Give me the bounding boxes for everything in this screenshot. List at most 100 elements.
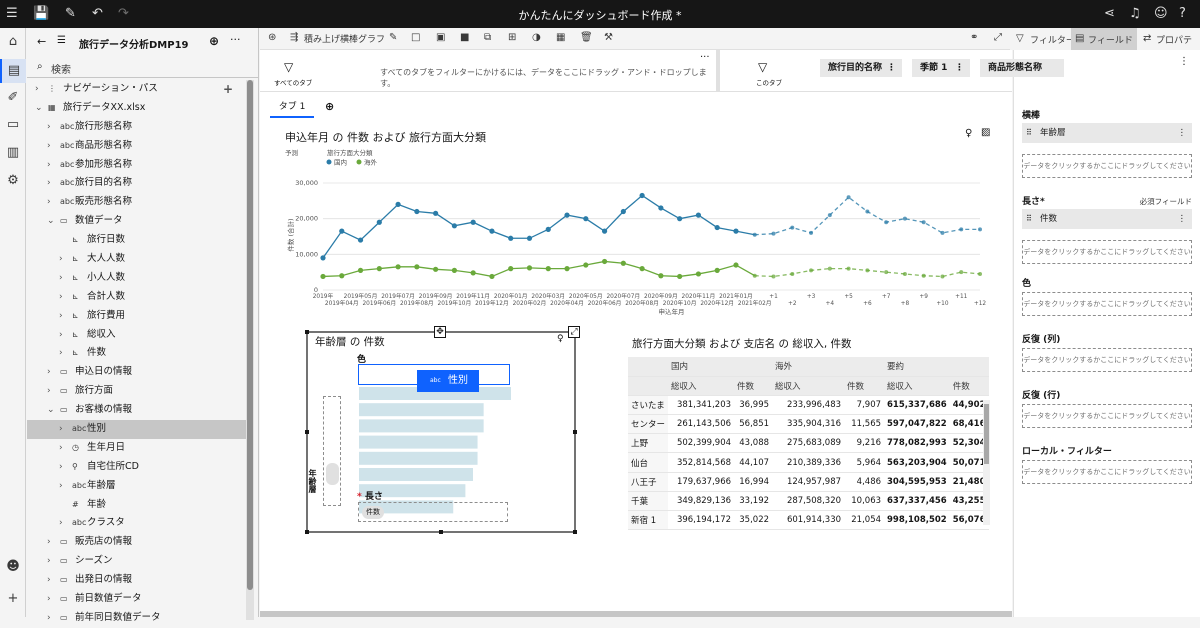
tree-item[interactable]: › ▭ 旅行方面 <box>27 382 247 401</box>
back-arrow-icon[interactable]: ← <box>37 35 46 48</box>
table-cell[interactable]: 778,082,993 <box>884 433 950 454</box>
help-icon[interactable]: ? <box>1179 6 1186 22</box>
table-cell[interactable]: 35,022 <box>734 510 773 531</box>
expand-icon[interactable]: ⤢ <box>994 32 1002 43</box>
chevron-icon[interactable]: › <box>47 193 51 212</box>
group-header[interactable]: 国内 <box>668 357 773 377</box>
maximize-icon[interactable]: ⤢ <box>568 326 580 338</box>
search-input[interactable]: 検索 <box>51 61 71 76</box>
dashboard-title[interactable]: かんたんにダッシュボード作成 * <box>0 7 1200 23</box>
table-cell[interactable]: 998,108,502 <box>884 510 950 531</box>
chevron-icon[interactable]: › <box>47 382 51 401</box>
user-icon[interactable]: ☺ <box>1154 6 1168 22</box>
add-tab-icon[interactable]: ⊕ <box>325 100 334 113</box>
tree-item[interactable]: › abc 性別 <box>27 420 247 439</box>
tree-item[interactable]: › ⊾ 合計人数 <box>27 288 247 307</box>
pill-menu-icon[interactable]: ⋮ <box>1178 123 1187 143</box>
filter-chip-product-type[interactable]: 商品形態名称 <box>980 59 1064 77</box>
tree-item[interactable]: › abc クラスタ <box>27 514 247 533</box>
chevron-icon[interactable]: › <box>47 137 51 156</box>
drag-handle-icon[interactable]: ⠿ <box>1026 209 1032 229</box>
field-tab[interactable]: ▤ フィールド <box>1071 28 1137 50</box>
pin-icon[interactable]: ✐ <box>0 86 26 110</box>
filter-tab[interactable]: フィルター <box>1030 33 1075 46</box>
table-row[interactable]: センター 261,143,506 56,851 335,904,316 11,565 59… <box>628 414 989 435</box>
tree-item[interactable]: ⌄ ▦ 旅行データXX.xlsx <box>27 99 247 118</box>
group-header[interactable]: 要約 <box>884 357 989 377</box>
chevron-icon[interactable]: › <box>59 439 63 458</box>
tree-item[interactable]: › ▭ 前年同日数値データ <box>27 609 247 628</box>
search-field[interactable]: ⌕ 検索 <box>27 58 259 78</box>
row-header[interactable]: 千葉 <box>628 491 669 512</box>
chevron-icon[interactable]: › <box>47 552 51 571</box>
bottom-scrollbar[interactable] <box>260 611 1012 617</box>
slot-drop-zone[interactable]: データをクリックするかここにドラッグしてください <box>1022 348 1192 372</box>
add-icon[interactable]: + <box>0 587 26 611</box>
column-header[interactable]: 件数 <box>949 376 989 396</box>
table-cell[interactable]: 637,337,456 <box>884 491 950 512</box>
chevron-icon[interactable]: › <box>59 288 63 307</box>
tab-1[interactable]: タブ 1 <box>270 98 314 118</box>
chevron-icon[interactable]: › <box>59 458 63 477</box>
add-source-icon[interactable]: ⊕ <box>209 34 219 48</box>
more-options-icon[interactable]: ··· <box>230 33 241 46</box>
tree-item[interactable]: ⌄ ▭ お客様の情報 <box>27 401 247 420</box>
tree-item[interactable]: › ▭ 申込日の情報 <box>27 363 247 382</box>
chip-menu-icon[interactable]: ⋮ <box>955 59 964 77</box>
tree-item[interactable]: › abc 販売形態名称 <box>27 193 247 212</box>
table-row[interactable]: さいたま 381,341,203 36,995 233,996,483 7,907 615… <box>628 395 989 416</box>
send-back-icon[interactable]: ▣ <box>436 32 445 43</box>
table-cell[interactable]: 7,907 <box>844 395 885 416</box>
table-cell[interactable]: 21,054 <box>844 510 885 531</box>
visualizations-icon[interactable]: ▥ <box>0 141 26 165</box>
tree-item[interactable]: › ⊾ 旅行費用 <box>27 307 247 326</box>
length-drop-target[interactable]: 件数 <box>358 502 508 522</box>
table-view-icon[interactable]: ▦ <box>556 32 565 43</box>
chevron-icon[interactable]: › <box>47 363 51 382</box>
chevron-icon[interactable]: ⌄ <box>47 401 55 420</box>
tree-item[interactable]: › abc 商品形態名称 <box>27 137 247 156</box>
axis-chip[interactable] <box>326 463 339 485</box>
slot-drop-zone[interactable]: データをクリックするかここにドラッグしてください <box>1022 460 1192 484</box>
chevron-icon[interactable]: › <box>59 326 63 345</box>
filter-chip-travel-purpose[interactable]: 旅行目的名称 ⋮ <box>820 59 902 77</box>
filter-more-icon[interactable]: ··· <box>700 52 710 63</box>
table-row[interactable]: 仙台 352,814,568 44,107 210,389,336 5,964 563,2… <box>628 452 989 473</box>
table-cell[interactable]: 396,194,172 <box>668 510 735 531</box>
viz-type-label[interactable]: 積み上げ横棒グラフ <box>304 32 385 45</box>
column-header[interactable]: 件数 <box>734 376 773 396</box>
column-header[interactable]: 総収入 <box>884 376 950 396</box>
all-tabs-filter[interactable]: ▽ すべてのタブ すべてのタブをフィルターにかけるには、データをここにドラッグ・… <box>260 50 720 92</box>
table-cell[interactable]: 615,337,686 <box>884 395 950 416</box>
chevron-icon[interactable]: › <box>47 590 51 609</box>
chevron-icon[interactable]: › <box>47 571 51 590</box>
tree-item[interactable]: › ▭ 出発日の情報 <box>27 571 247 590</box>
chevron-icon[interactable]: › <box>59 307 63 326</box>
pin-tool-icon[interactable]: ✎ <box>389 32 397 43</box>
table-cell[interactable]: 261,143,506 <box>668 414 735 435</box>
chevron-icon[interactable]: › <box>35 80 39 99</box>
format-icon[interactable]: ⊞ <box>508 32 516 43</box>
tree-item[interactable]: › ▭ 前日数値データ <box>27 590 247 609</box>
column-header[interactable]: 総収入 <box>668 376 735 396</box>
table-cell[interactable]: 10,063 <box>844 491 885 512</box>
people-icon[interactable]: ☻ <box>0 555 26 579</box>
table-cell[interactable]: 335,904,316 <box>772 414 845 435</box>
chevron-icon[interactable]: ⌄ <box>47 212 55 231</box>
table-cell[interactable]: 9,216 <box>844 433 885 454</box>
widget-type-icon[interactable]: ⊛ <box>268 32 276 43</box>
table-cell[interactable]: 502,399,904 <box>668 433 735 454</box>
chevron-icon[interactable]: › <box>47 156 51 175</box>
table-cell[interactable]: 381,341,203 <box>668 395 735 416</box>
tree-item[interactable]: › ⊾ 件数 <box>27 344 247 363</box>
props-more-icon[interactable]: ⋮ <box>1179 56 1189 67</box>
chevron-icon[interactable]: › <box>47 174 51 193</box>
duplicate-icon[interactable]: ⧉ <box>484 32 491 43</box>
table-cell[interactable]: 210,389,336 <box>772 452 845 473</box>
table-row[interactable]: 新宿 1 396,194,172 35,022 601,914,330 21,054 99… <box>628 510 989 531</box>
home-icon[interactable]: ⌂ <box>0 30 26 54</box>
row-header[interactable]: さいたま <box>628 395 669 416</box>
tree-item[interactable]: › ▭ 販売店の情報 <box>27 533 247 552</box>
tree-item[interactable]: › abc 旅行目的名称 <box>27 174 247 193</box>
slot-pill[interactable]: ⠿ 件数 ⋮ <box>1022 209 1192 229</box>
